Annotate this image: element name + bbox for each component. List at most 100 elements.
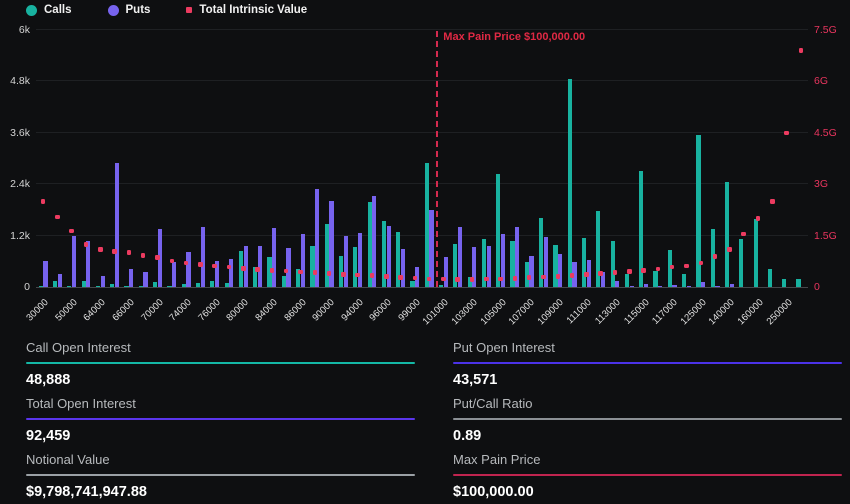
intrinsic-value-point[interactable] [670,265,675,270]
intrinsic-value-point[interactable] [513,276,518,281]
put-bar[interactable] [444,257,448,287]
put-bar[interactable] [358,233,362,287]
put-bar[interactable] [143,272,147,287]
put-bar[interactable] [172,262,176,287]
call-bar[interactable] [67,286,71,288]
call-bar[interactable] [725,182,729,287]
intrinsic-value-point[interactable] [313,270,318,275]
put-bar[interactable] [615,281,619,287]
intrinsic-value-point[interactable] [470,277,475,282]
intrinsic-value-point[interactable] [341,272,346,277]
call-bar[interactable] [310,246,314,287]
call-bar[interactable] [682,274,686,287]
put-bar[interactable] [58,274,62,287]
put-bar[interactable] [43,261,47,287]
intrinsic-value-point[interactable] [170,259,175,264]
intrinsic-value-point[interactable] [327,271,332,276]
intrinsic-value-point[interactable] [370,273,375,278]
plot-area[interactable]: Max Pain Price $100,000.00 [36,31,808,288]
intrinsic-value-point[interactable] [227,265,232,270]
put-bar[interactable] [701,282,705,287]
call-bar[interactable] [754,219,758,287]
intrinsic-value-point[interactable] [498,277,503,282]
put-bar[interactable] [301,234,305,287]
call-bar[interactable] [625,274,629,287]
put-bar[interactable] [201,227,205,287]
intrinsic-value-point[interactable] [556,274,561,279]
call-bar[interactable] [110,284,114,287]
intrinsic-value-point[interactable] [198,262,203,267]
intrinsic-value-point[interactable] [98,247,103,252]
put-bar[interactable] [401,249,405,287]
intrinsic-value-point[interactable] [727,247,732,252]
intrinsic-value-point[interactable] [413,276,418,281]
options-open-interest-chart[interactable]: 01.2k2.4k3.6k4.8k6k 01.5G3G4.5G6G7.5G Ma… [0,0,850,332]
call-bar[interactable] [553,245,557,287]
put-bar[interactable] [129,269,133,287]
intrinsic-value-point[interactable] [441,277,446,282]
intrinsic-value-point[interactable] [298,270,303,275]
intrinsic-value-point[interactable] [598,271,603,276]
put-bar[interactable] [529,256,533,287]
put-bar[interactable] [115,163,119,287]
intrinsic-value-point[interactable] [584,272,589,277]
intrinsic-value-point[interactable] [270,268,275,273]
intrinsic-value-point[interactable] [241,266,246,271]
intrinsic-value-point[interactable] [613,270,618,275]
call-bar[interactable] [582,238,586,287]
put-bar[interactable] [630,286,634,288]
intrinsic-value-point[interactable] [684,264,689,269]
intrinsic-value-point[interactable] [570,273,575,278]
intrinsic-value-point[interactable] [455,277,460,282]
call-bar[interactable] [124,286,128,288]
intrinsic-value-point[interactable] [527,275,532,280]
intrinsic-value-point[interactable] [699,261,704,266]
call-bar[interactable] [796,279,800,287]
put-bar[interactable] [672,285,676,287]
call-bar[interactable] [153,282,157,287]
put-bar[interactable] [429,210,433,287]
put-bar[interactable] [344,236,348,287]
call-bar[interactable] [225,283,229,287]
call-bar[interactable] [182,284,186,287]
put-bar[interactable] [272,228,276,287]
intrinsic-value-point[interactable] [756,216,761,221]
intrinsic-value-point[interactable] [627,269,632,274]
intrinsic-value-point[interactable] [741,232,746,237]
call-bar[interactable] [568,79,572,287]
intrinsic-value-point[interactable] [770,199,775,204]
put-bar[interactable] [72,236,76,287]
intrinsic-value-point[interactable] [799,48,804,53]
call-bar[interactable] [425,163,429,287]
intrinsic-value-point[interactable] [41,199,46,204]
put-bar[interactable] [658,286,662,288]
put-bar[interactable] [186,252,190,287]
call-bar[interactable] [96,286,100,288]
call-bar[interactable] [353,247,357,287]
call-bar[interactable] [196,283,200,287]
call-bar[interactable] [167,286,171,288]
intrinsic-value-point[interactable] [155,255,160,260]
call-bar[interactable] [768,269,772,287]
intrinsic-value-point[interactable] [55,215,60,220]
intrinsic-value-point[interactable] [84,242,89,247]
call-bar[interactable] [439,285,443,287]
call-bar[interactable] [282,276,286,287]
put-bar[interactable] [730,284,734,287]
call-bar[interactable] [739,239,743,287]
intrinsic-value-point[interactable] [784,131,789,136]
call-bar[interactable] [611,241,615,287]
call-bar[interactable] [325,224,329,287]
put-bar[interactable] [644,284,648,287]
intrinsic-value-point[interactable] [427,277,432,282]
intrinsic-value-point[interactable] [398,275,403,280]
put-bar[interactable] [687,286,691,288]
put-bar[interactable] [101,276,105,287]
intrinsic-value-point[interactable] [127,250,132,255]
call-bar[interactable] [210,281,214,287]
put-bar[interactable] [544,237,548,287]
intrinsic-value-point[interactable] [141,253,146,258]
call-bar[interactable] [496,174,500,287]
put-bar[interactable] [86,241,90,287]
put-bar[interactable] [229,259,233,287]
